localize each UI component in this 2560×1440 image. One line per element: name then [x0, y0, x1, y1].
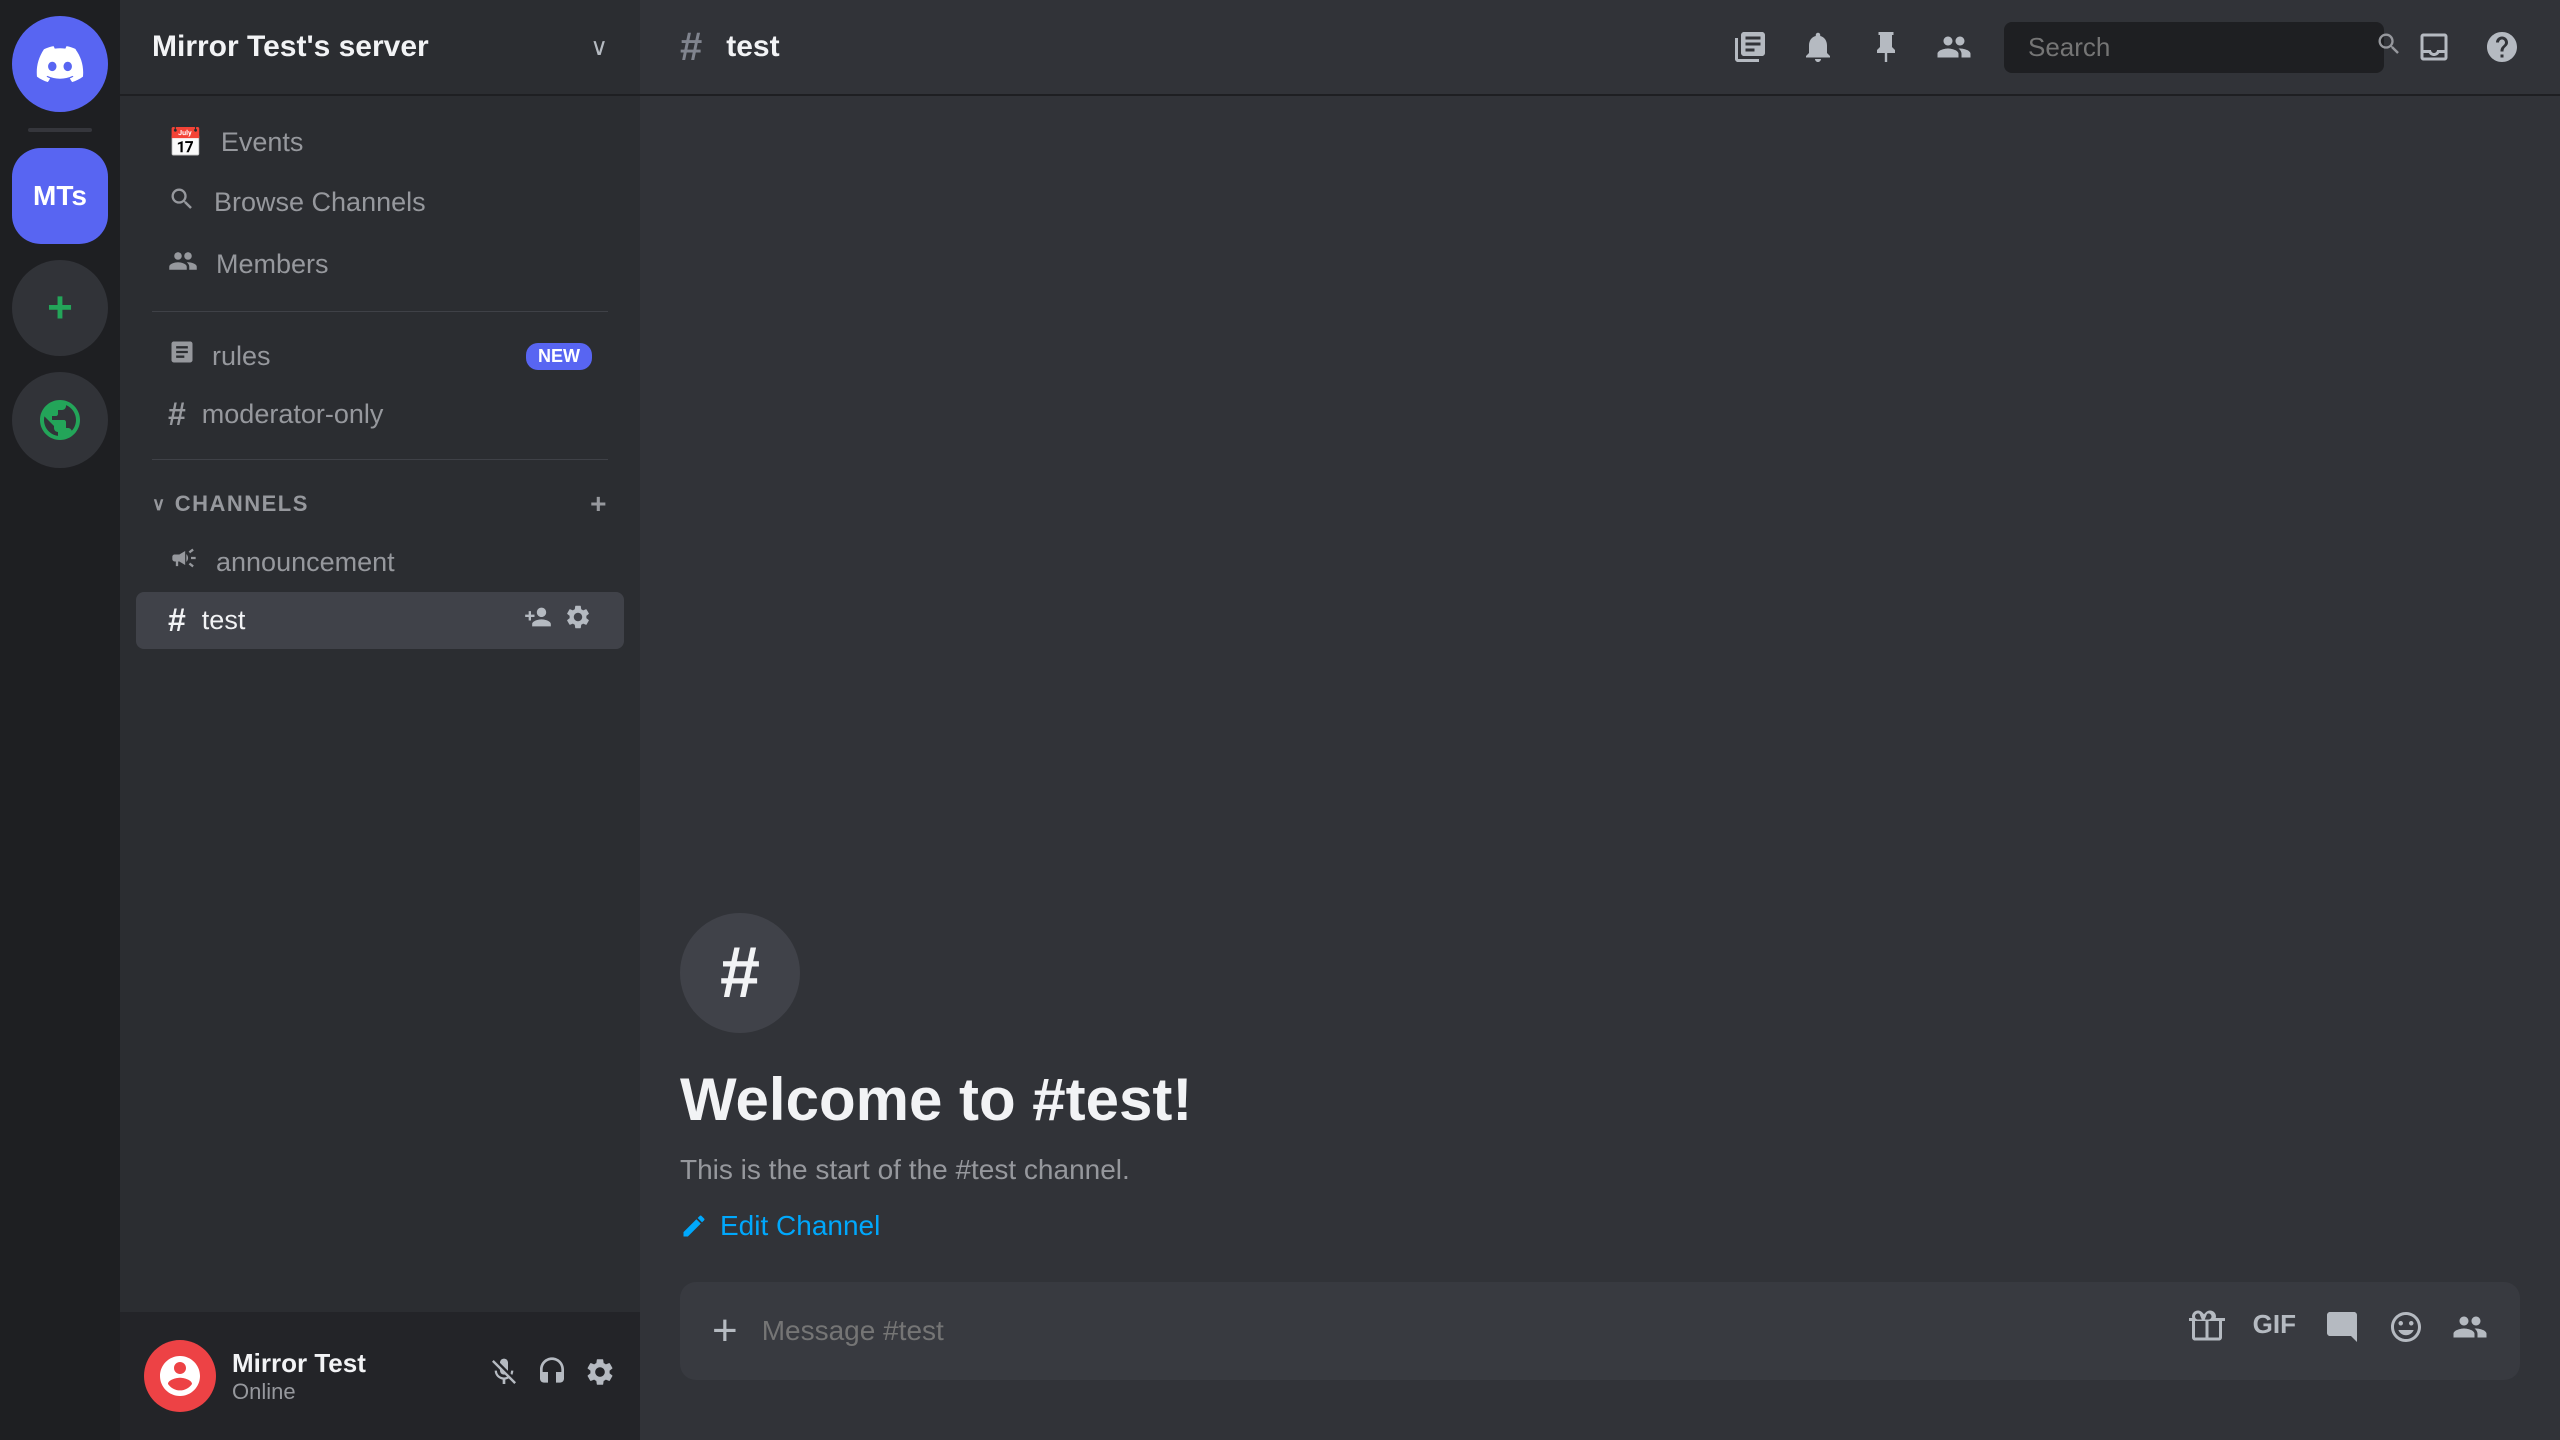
top-bar-actions [1732, 22, 2520, 73]
welcome-channel-icon: # [680, 913, 800, 1033]
new-badge: NEW [526, 343, 592, 370]
gift-icon[interactable] [2189, 1309, 2225, 1354]
category-chevron-icon: ∨ [152, 494, 167, 515]
message-input[interactable] [762, 1315, 2165, 1347]
gif-icon[interactable]: GIF [2253, 1309, 2296, 1354]
welcome-title: Welcome to #test! [680, 1065, 2520, 1134]
sidebar-item-browse-channels[interactable]: Browse Channels [136, 173, 624, 232]
mute-button[interactable] [488, 1356, 520, 1396]
sticker-icon[interactable] [2324, 1309, 2360, 1354]
sidebar-item-events[interactable]: 📅 Events [136, 114, 624, 171]
emoji-icon[interactable] [2388, 1309, 2424, 1354]
add-attachment-button[interactable]: + [712, 1306, 738, 1356]
user-panel: Mirror Test Online [120, 1312, 640, 1440]
explore-servers-button[interactable] [12, 372, 108, 468]
members-icon [168, 246, 198, 283]
channel-hash-icon: # [680, 25, 702, 70]
username: Mirror Test [232, 1348, 472, 1379]
channel-separator [152, 311, 608, 312]
hash-test-icon: # [168, 602, 186, 639]
chevron-down-icon: ∨ [590, 33, 608, 62]
deafen-button[interactable] [536, 1356, 568, 1396]
inbox-icon[interactable] [2416, 29, 2452, 65]
people-icon[interactable] [2452, 1309, 2488, 1354]
channel-sidebar: Mirror Test's server ∨ 📅 Events Browse C… [120, 0, 640, 1440]
add-channel-button[interactable]: + [590, 488, 608, 520]
search-input[interactable] [2028, 32, 2363, 63]
events-icon: 📅 [168, 126, 203, 159]
top-bar: # test [640, 0, 2560, 96]
discord-home-icon[interactable] [12, 16, 108, 112]
server-icon-mts[interactable]: MTs [12, 148, 108, 244]
channel-list: 📅 Events Browse Channels Members rules N… [120, 96, 640, 1312]
user-info: Mirror Test Online [232, 1348, 472, 1405]
channel-item-rules[interactable]: rules NEW [136, 328, 624, 384]
channel-separator-2 [152, 459, 608, 460]
pin-icon[interactable] [1868, 29, 1904, 65]
main-content: # test [640, 0, 2560, 1440]
invite-icon[interactable] [524, 603, 552, 638]
chat-area: # Welcome to #test! This is the start of… [640, 96, 2560, 1440]
help-icon[interactable] [2484, 29, 2520, 65]
avatar [144, 1340, 216, 1412]
welcome-desc: This is the start of the #test channel. [680, 1154, 2520, 1186]
message-bar-actions: GIF [2189, 1309, 2488, 1354]
settings-icon[interactable] [564, 603, 592, 638]
channel-item-moderator-only[interactable]: # moderator-only [136, 386, 624, 443]
announcement-icon [168, 544, 200, 580]
browse-channels-icon [168, 185, 196, 220]
channel-item-announcement[interactable]: announcement [136, 534, 624, 590]
hash-icon: # [168, 396, 186, 433]
user-actions [488, 1356, 616, 1396]
channel-item-test[interactable]: # test [136, 592, 624, 649]
rules-icon [168, 338, 196, 374]
channel-actions [524, 603, 592, 638]
user-status: Online [232, 1379, 472, 1405]
sidebar-item-members[interactable]: Members [136, 234, 624, 295]
category-channels[interactable]: ∨ CHANNELS + [120, 476, 640, 532]
message-bar: + GIF [680, 1282, 2520, 1380]
server-divider [28, 128, 92, 132]
server-name: Mirror Test's server [152, 30, 429, 64]
welcome-section: # Welcome to #test! This is the start of… [680, 873, 2520, 1282]
add-server-button[interactable]: + [12, 260, 108, 356]
channel-header-name: test [726, 30, 779, 64]
edit-channel-link[interactable]: Edit Channel [680, 1210, 2520, 1242]
server-header[interactable]: Mirror Test's server ∨ [120, 0, 640, 96]
search-bar[interactable] [2004, 22, 2384, 73]
search-icon [2375, 30, 2403, 65]
thread-icon[interactable] [1732, 29, 1768, 65]
settings-button[interactable] [584, 1356, 616, 1396]
members-list-icon[interactable] [1936, 29, 1972, 65]
notification-icon[interactable] [1800, 29, 1836, 65]
server-sidebar: MTs + [0, 0, 120, 1440]
